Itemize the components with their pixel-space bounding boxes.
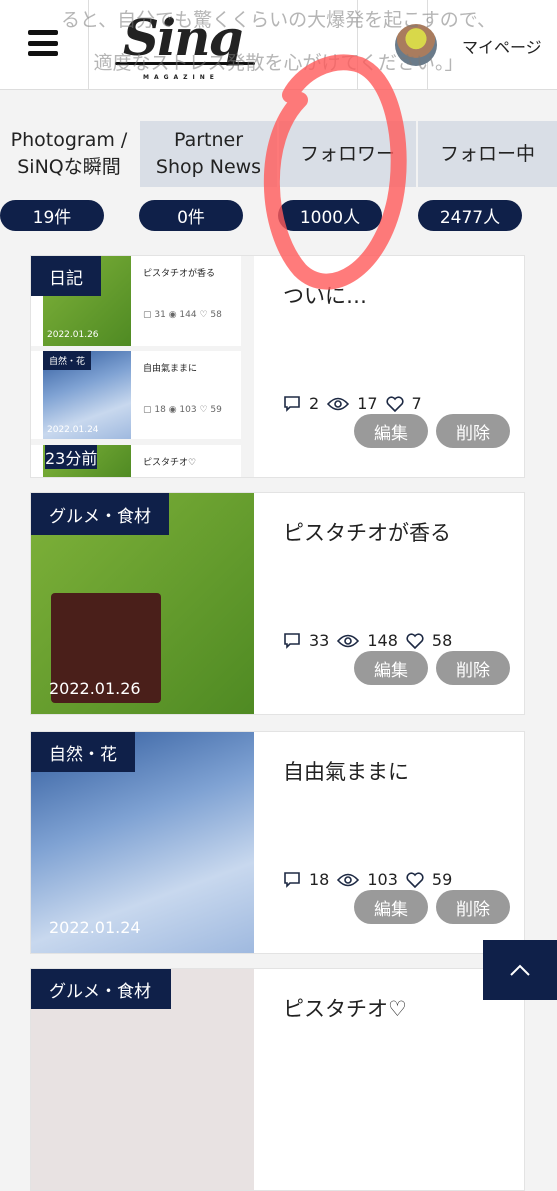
post-card[interactable]: 自然・花 2022.01.24 自由氣ままに 18 103 59 編集 削除 (30, 731, 525, 954)
post-title[interactable]: 自由氣ままに (283, 756, 409, 786)
eye-icon (337, 873, 360, 886)
delete-button[interactable]: 削除 (436, 890, 510, 924)
count-badge[interactable]: 2477人 (418, 200, 522, 231)
heart-icon (386, 395, 404, 412)
post-date: 2022.01.24 (49, 918, 141, 937)
logo[interactable]: Sinq MAGAZINE (115, 8, 255, 83)
edit-button[interactable]: 編集 (354, 890, 428, 924)
heart-icon (406, 871, 424, 888)
menu-icon[interactable] (28, 30, 58, 56)
post-stats: 33 148 58 (283, 631, 452, 650)
post-title[interactable]: ピスタチオ♡ (283, 993, 407, 1023)
preview-title: 自由氣ままに (143, 364, 198, 374)
post-card[interactable]: グルメ・食材 2022.01.26 ピスタチオが香る 33 148 58 編集 … (30, 492, 525, 715)
post-date: 2022.01.26 (49, 679, 141, 698)
post-title[interactable]: ついに… (283, 280, 367, 310)
count-badge[interactable]: 1000人 (278, 200, 382, 231)
category-label: グルメ・食材 (31, 969, 171, 1009)
post-thumbnail: グルメ・食材 (31, 969, 254, 1190)
count-badge[interactable]: 0件 (139, 200, 243, 231)
count-badge[interactable]: 19件 (0, 200, 104, 231)
divider (88, 0, 89, 90)
post-stats: 18 103 59 (283, 870, 452, 889)
profile-tabs: Photogram / SiNQな瞬間 Partner Shop News フォ… (0, 121, 557, 187)
category-label: グルメ・食材 (31, 493, 169, 535)
comment-icon (284, 871, 300, 888)
tab-following[interactable]: フォロー中 (418, 121, 557, 187)
heart-icon (406, 632, 424, 649)
preview-title: ピスタチオが香る (143, 269, 216, 279)
comment-icon (284, 395, 300, 412)
eye-icon (327, 397, 350, 410)
post-title[interactable]: ピスタチオが香る (283, 517, 451, 547)
avatar[interactable] (395, 24, 437, 66)
post-thumbnail: ピスタチオが香る ▢ 31 ◉ 144 ♡ 58 2022.01.26 自然・花… (31, 256, 254, 477)
category-label: 日記 (31, 256, 101, 296)
eye-icon (337, 634, 360, 647)
post-thumbnail: 自然・花 2022.01.24 (31, 732, 254, 953)
divider (357, 0, 358, 90)
delete-button[interactable]: 削除 (436, 414, 510, 448)
post-stats: 2 17 7 (283, 394, 422, 413)
logo-subtitle: MAGAZINE (143, 74, 219, 81)
scroll-top-button[interactable] (483, 940, 557, 1000)
category-label: 自然・花 (31, 732, 135, 772)
chevron-up-icon (510, 964, 530, 976)
tab-photogram[interactable]: Photogram / SiNQな瞬間 (0, 121, 138, 187)
post-card[interactable]: ピスタチオが香る ▢ 31 ◉ 144 ♡ 58 2022.01.26 自然・花… (30, 255, 525, 478)
mypage-link[interactable]: マイページ (462, 34, 542, 58)
header: Sinq MAGAZINE マイページ (0, 0, 557, 90)
comment-icon (284, 632, 300, 649)
tab-followers[interactable]: フォロワー (279, 121, 416, 187)
post-card[interactable]: グルメ・食材 ピスタチオ♡ (30, 968, 525, 1191)
delete-button[interactable]: 削除 (436, 651, 510, 685)
edit-button[interactable]: 編集 (354, 414, 428, 448)
logo-text: Sinq (123, 8, 243, 67)
tab-partner-shop-news[interactable]: Partner Shop News (140, 121, 277, 187)
post-thumbnail: グルメ・食材 2022.01.26 (31, 493, 254, 714)
edit-button[interactable]: 編集 (354, 651, 428, 685)
